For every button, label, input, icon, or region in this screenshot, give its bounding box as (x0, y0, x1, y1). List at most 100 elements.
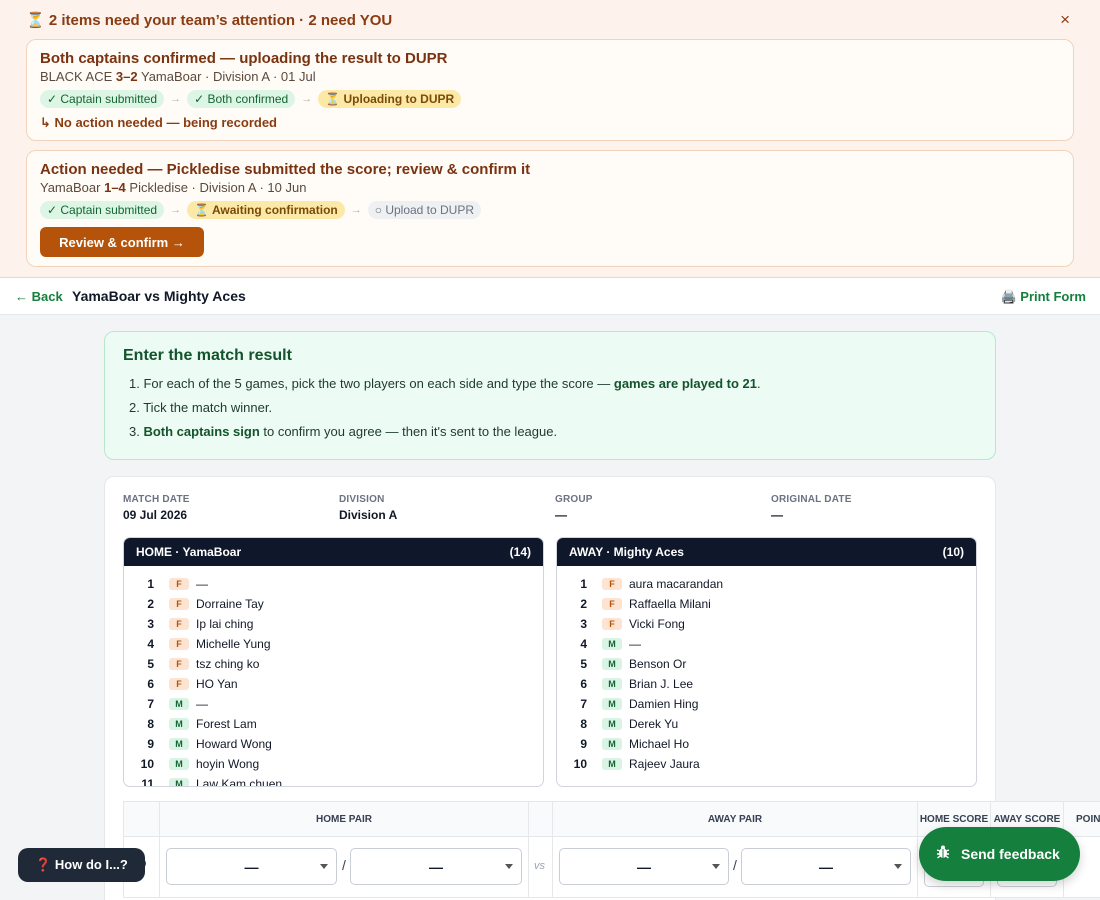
player-name: Howard Wong (196, 737, 272, 751)
player-number: 3 (580, 617, 587, 631)
attention-card-action-needed: Action needed — Pickledise submitted the… (26, 150, 1074, 267)
group: GROUP — (555, 494, 593, 522)
gender-badge: M (602, 638, 622, 650)
progress-steps: ✓ Captain submitted → ✓ Both confirmed →… (40, 90, 462, 108)
player-number: 6 (580, 677, 587, 691)
match-score: 3–2 (115, 69, 138, 84)
home-team: YamaBoar (40, 180, 101, 195)
player-number: 10 (140, 757, 154, 771)
gender-badge: F (169, 658, 189, 670)
player-number: 1 (147, 577, 154, 591)
review-confirm-button[interactable]: Review & confirm → (40, 227, 204, 257)
match-date: MATCH DATE 09 Jul 2026 (123, 494, 190, 522)
player-number: 7 (147, 697, 154, 711)
pair-separator: / (342, 857, 346, 873)
away-player-row: 6 M Brian J. Lee (557, 674, 976, 694)
away-player-1-select[interactable]: — (559, 848, 729, 885)
home-player-row: 2 F Dorraine Tay (124, 594, 543, 614)
gender-badge: M (602, 738, 622, 750)
home-player-row: 6 F HO Yan (124, 674, 543, 694)
away-player-2-select[interactable]: — (741, 848, 911, 885)
chevron-down-icon (894, 864, 902, 869)
gender-badge: M (602, 698, 622, 710)
chevron-down-icon (505, 864, 513, 869)
player-name: Derek Yu (629, 717, 679, 731)
games-header-away-pair: AWAY PAIR (552, 801, 918, 837)
player-name: Dorraine Tay (196, 597, 264, 611)
player-name: Raffaella Milani (629, 597, 711, 611)
player-name: Michael Ho (629, 737, 690, 751)
home-player-1-select[interactable]: — (166, 848, 337, 885)
page-header: ← Back YamaBoar vs Mighty Aces 🖨️ Print … (0, 278, 1100, 315)
send-feedback-button[interactable]: Send feedback (919, 827, 1080, 881)
gender-badge: F (169, 578, 189, 590)
instructions-panel: Enter the match result 1. For each of th… (104, 331, 996, 460)
player-name: Benson Or (629, 657, 687, 671)
player-name: Vicki Fong (629, 617, 685, 631)
gender-badge: M (602, 658, 622, 670)
send-feedback-label: Send feedback (961, 846, 1060, 862)
home-player-row: 9 M Howard Wong (124, 734, 543, 754)
step-awaiting-confirmation: ⏳ Awaiting confirmation (187, 201, 345, 219)
player-number: 3 (147, 617, 154, 631)
original-date: ORIGINAL DATE — (771, 494, 852, 522)
match-details: Pickledise · Division A · 10 Jun (129, 180, 307, 195)
bug-icon (935, 844, 951, 864)
gender-badge: M (169, 718, 189, 730)
games-header-vs (528, 801, 553, 837)
player-name: Ip lai ching (196, 617, 254, 631)
player-number: 5 (580, 657, 587, 671)
arrow-icon: → (350, 204, 362, 216)
gender-badge: M (169, 738, 189, 750)
player-number: 6 (147, 677, 154, 691)
instructions-title: Enter the match result (123, 347, 292, 364)
player-number: 2 (580, 597, 587, 611)
progress-steps: ✓ Captain submitted → ⏳ Awaiting confirm… (40, 201, 482, 219)
away-player-row: 3 F Vicki Fong (557, 614, 976, 634)
gender-badge: F (169, 618, 189, 630)
player-number: 9 (147, 737, 154, 751)
player-name: Michelle Yung (196, 637, 271, 651)
player-number: 4 (147, 637, 154, 651)
gender-badge: F (602, 578, 622, 590)
away-player-row: 2 F Raffaella Milani (557, 594, 976, 614)
card-title: Both captains confirmed — uploading the … (40, 50, 448, 67)
player-number: 5 (147, 657, 154, 671)
print-form-link[interactable]: 🖨️ Print Form (1000, 289, 1086, 305)
player-number: 9 (580, 737, 587, 751)
player-name: — (629, 637, 641, 651)
card-match-summary: YamaBoar 1–4 Pickledise · Division A · 1… (40, 180, 306, 195)
away-player-row: 5 M Benson Or (557, 654, 976, 674)
player-name: Rajeev Jaura (629, 757, 700, 771)
away-roster-header: AWAY · Mighty Aces (10) (557, 538, 976, 566)
player-number: 11 (141, 777, 154, 787)
home-team: BLACK ACE (40, 69, 113, 84)
home-player-row: 10 Mhoyin Wong (124, 754, 543, 774)
arrow-icon: → (301, 93, 313, 105)
bug-icon-svg (936, 845, 950, 859)
player-name: aura macarandan (629, 577, 724, 591)
card-match-summary: BLACK ACE 3–2 YamaBoar · Division A · 01… (40, 69, 316, 84)
home-player-row: 3 F Ip lai ching (124, 614, 543, 634)
how-do-i-button[interactable]: ❓ How do I...? (18, 848, 145, 882)
close-icon[interactable]: × (1060, 10, 1070, 30)
back-link[interactable]: ← Back (15, 289, 63, 304)
player-number: 10 (573, 757, 587, 771)
division: DIVISION Division A (339, 494, 398, 522)
home-player-2-select[interactable]: — (350, 848, 522, 885)
chevron-down-icon (320, 864, 328, 869)
no-action-note: ↳ No action needed — being recorded (40, 115, 277, 130)
attention-card-uploading: Both captains confirmed — uploading the … (26, 39, 1074, 141)
player-name: — (196, 697, 208, 711)
pair-separator: / (733, 857, 737, 873)
instruction-step-3: 3. Both captains sign to confirm you agr… (129, 424, 558, 439)
away-player-row: 8 M Derek Yu (557, 714, 976, 734)
attention-heading: ⏳ 2 items need your team’s attention · 2… (26, 12, 393, 29)
match-form: MATCH DATE 09 Jul 2026 DIVISION Division… (104, 476, 1100, 900)
home-player-row: 4 F Michelle Yung (124, 634, 543, 654)
card-title: Action needed — Pickledise submitted the… (40, 161, 531, 178)
player-name: Brian J. Lee (629, 677, 694, 691)
away-player-row: 9 M Michael Ho (557, 734, 976, 754)
away-player-row: 4 M — (557, 634, 976, 654)
match-details: YamaBoar · Division A · 01 Jul (140, 69, 316, 84)
